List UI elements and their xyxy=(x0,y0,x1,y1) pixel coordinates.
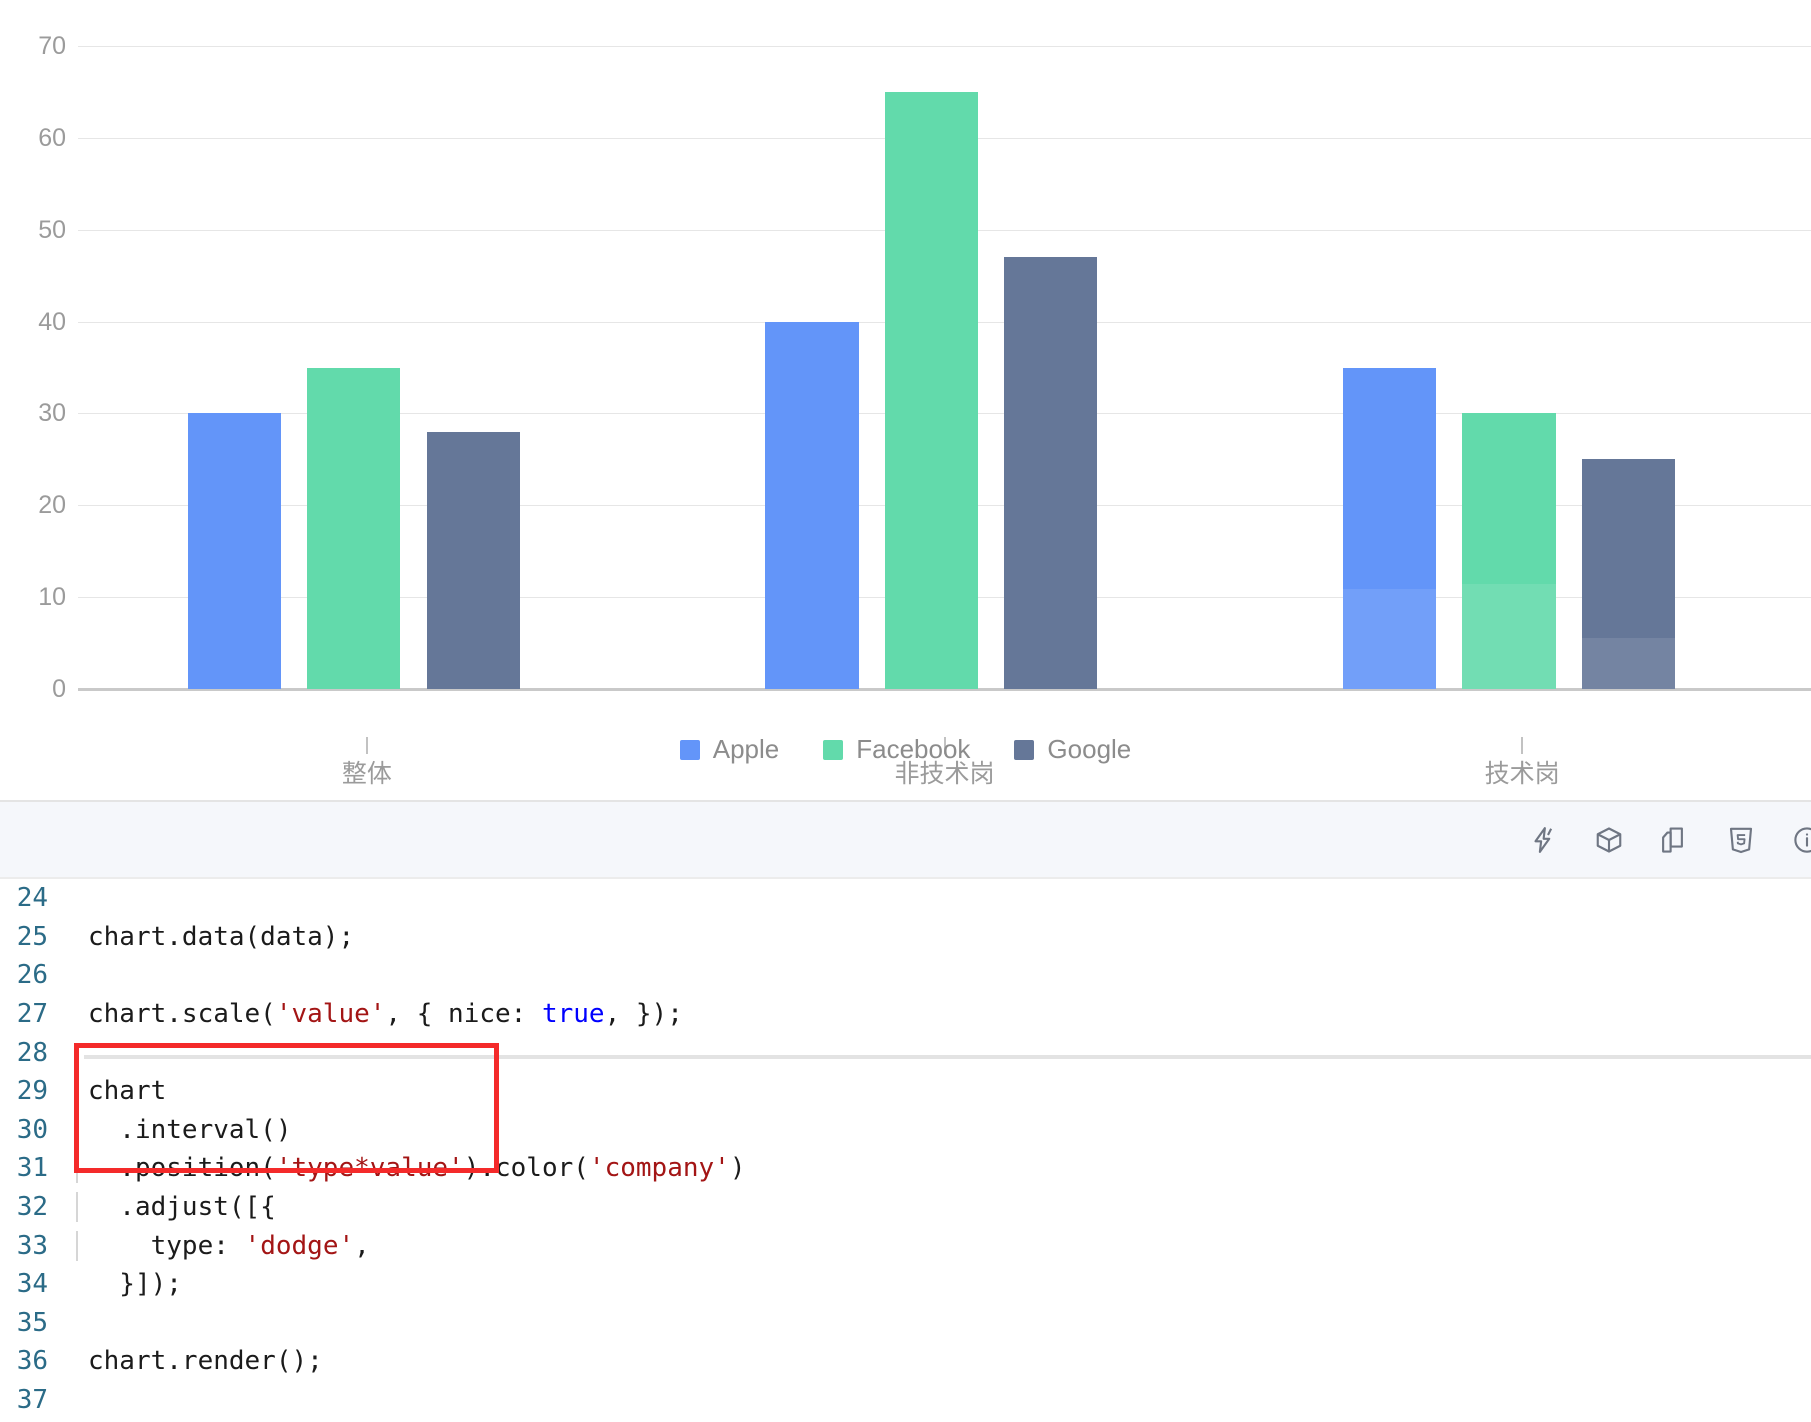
bar-shade xyxy=(1462,584,1556,689)
legend-item-apple[interactable]: Apple xyxy=(679,734,780,765)
bar[interactable] xyxy=(426,431,520,689)
bar[interactable] xyxy=(884,91,978,689)
line-number: 33 xyxy=(16,1230,48,1261)
legend-swatch-icon xyxy=(823,739,844,760)
codesandbox-cube-icon[interactable] xyxy=(1587,818,1631,862)
code-line[interactable]: 24 xyxy=(0,879,1811,918)
code-line[interactable]: 28 xyxy=(0,1033,1811,1072)
line-number: 31 xyxy=(16,1153,48,1184)
indent-guide xyxy=(76,1114,78,1145)
line-number: 36 xyxy=(16,1346,48,1377)
code-line[interactable]: 31 .position('type*value').color('compan… xyxy=(0,1149,1811,1188)
code-line[interactable]: 25 chart.data(data); xyxy=(0,918,1811,957)
legend-label: Apple xyxy=(712,734,780,764)
line-number: 29 xyxy=(16,1076,48,1107)
line-number: 32 xyxy=(16,1192,48,1223)
line-number: 30 xyxy=(16,1114,48,1145)
bar[interactable] xyxy=(1462,413,1556,689)
y-axis-tick-label: 60 xyxy=(38,123,66,152)
bar-shade xyxy=(1581,638,1675,689)
app-root: 0 10 20 30 40 50 60 70 整体 非技术岗 技术岗 Apple Facebook G… xyxy=(0,0,1811,1422)
indent-guide xyxy=(76,1192,78,1223)
code-line[interactable]: 35 xyxy=(0,1304,1811,1343)
y-axis-tick-label: 0 xyxy=(52,675,66,703)
code-text[interactable]: .position('type*value').color('company') xyxy=(48,1153,1811,1184)
y-axis-tick-label: 70 xyxy=(38,32,66,60)
code-line[interactable]: 32 .adjust([{ xyxy=(0,1188,1811,1227)
y-axis-tick-label: 30 xyxy=(38,399,66,428)
editor-toolbar xyxy=(0,802,1811,879)
legend-item-google[interactable]: Google xyxy=(1014,734,1131,765)
legend-label: Google xyxy=(1047,734,1132,764)
chart-legend: Apple Facebook Google xyxy=(0,734,1811,765)
chart-plot-area: 0 10 20 30 40 50 60 70 整体 非技术岗 技术岗 xyxy=(38,32,1811,788)
bar-shade xyxy=(1343,589,1437,689)
bar[interactable] xyxy=(1581,459,1675,689)
code-text-area[interactable]: 24 25 chart.data(data); 26 27 chart.scale('va… xyxy=(0,879,1811,1422)
code-text[interactable]: .adjust([{ xyxy=(48,1192,1811,1223)
bar[interactable] xyxy=(187,413,281,689)
y-axis-tick-label: 50 xyxy=(38,215,66,244)
gridline xyxy=(78,46,1811,47)
code-text[interactable]: }]); xyxy=(48,1269,1811,1299)
code-text[interactable]: chart.scale('value', { nice: true, }); xyxy=(48,999,1811,1029)
y-axis-tick-label: 40 xyxy=(38,307,66,336)
line-number: 27 xyxy=(16,999,48,1030)
y-axis-tick-label: 10 xyxy=(38,583,66,612)
line-number: 34 xyxy=(16,1269,48,1300)
chart-preview-region: 0 10 20 30 40 50 60 70 整体 非技术岗 技术岗 Apple Facebook G… xyxy=(0,0,1811,798)
legend-item-facebook[interactable]: Facebook xyxy=(823,734,970,765)
code-line[interactable]: 34 }]); xyxy=(0,1265,1811,1304)
code-text[interactable]: .interval() xyxy=(48,1114,1811,1145)
legend-label: Facebook xyxy=(856,734,971,764)
code-text[interactable]: chart.render(); xyxy=(48,1346,1811,1376)
code-line[interactable]: 33 type: 'dodge', xyxy=(0,1226,1811,1265)
line-number: 37 xyxy=(16,1385,48,1416)
code-line[interactable]: 27 chart.scale('value', { nice: true, }); xyxy=(0,995,1811,1034)
lightning-bolt-icon[interactable] xyxy=(1521,818,1565,862)
bar[interactable] xyxy=(1004,257,1098,689)
code-line[interactable]: 37 xyxy=(0,1381,1811,1420)
line-number: 25 xyxy=(16,921,48,952)
line-number: 35 xyxy=(16,1307,48,1338)
line-number: 24 xyxy=(16,883,48,914)
indent-guide xyxy=(76,1153,78,1184)
legend-swatch-icon xyxy=(679,739,700,760)
html5-shield-icon[interactable] xyxy=(1719,818,1763,862)
line-number: 26 xyxy=(16,960,48,991)
code-line[interactable]: 26 xyxy=(0,956,1811,995)
code-line[interactable]: 30 .interval() xyxy=(0,1111,1811,1150)
code-line[interactable]: 29 chart xyxy=(0,1072,1811,1111)
y-axis-tick-label: 20 xyxy=(38,491,66,520)
line-number: 28 xyxy=(16,1037,48,1068)
code-text[interactable]: chart xyxy=(48,1076,1811,1106)
code-text[interactable]: type: 'dodge', xyxy=(48,1230,1811,1261)
bar[interactable] xyxy=(765,321,859,689)
bar[interactable] xyxy=(1343,367,1437,689)
bar[interactable] xyxy=(307,367,401,689)
code-text[interactable]: chart.data(data); xyxy=(48,922,1811,952)
legend-swatch-icon xyxy=(1014,739,1035,760)
code-editor-panel: 24 25 chart.data(data); 26 27 chart.scale('va… xyxy=(0,800,1811,1422)
copy-file-icon[interactable] xyxy=(1653,818,1697,862)
code-line[interactable]: 36 chart.render(); xyxy=(0,1342,1811,1381)
info-circle-icon[interactable] xyxy=(1785,818,1811,862)
indent-guide xyxy=(76,1230,78,1261)
